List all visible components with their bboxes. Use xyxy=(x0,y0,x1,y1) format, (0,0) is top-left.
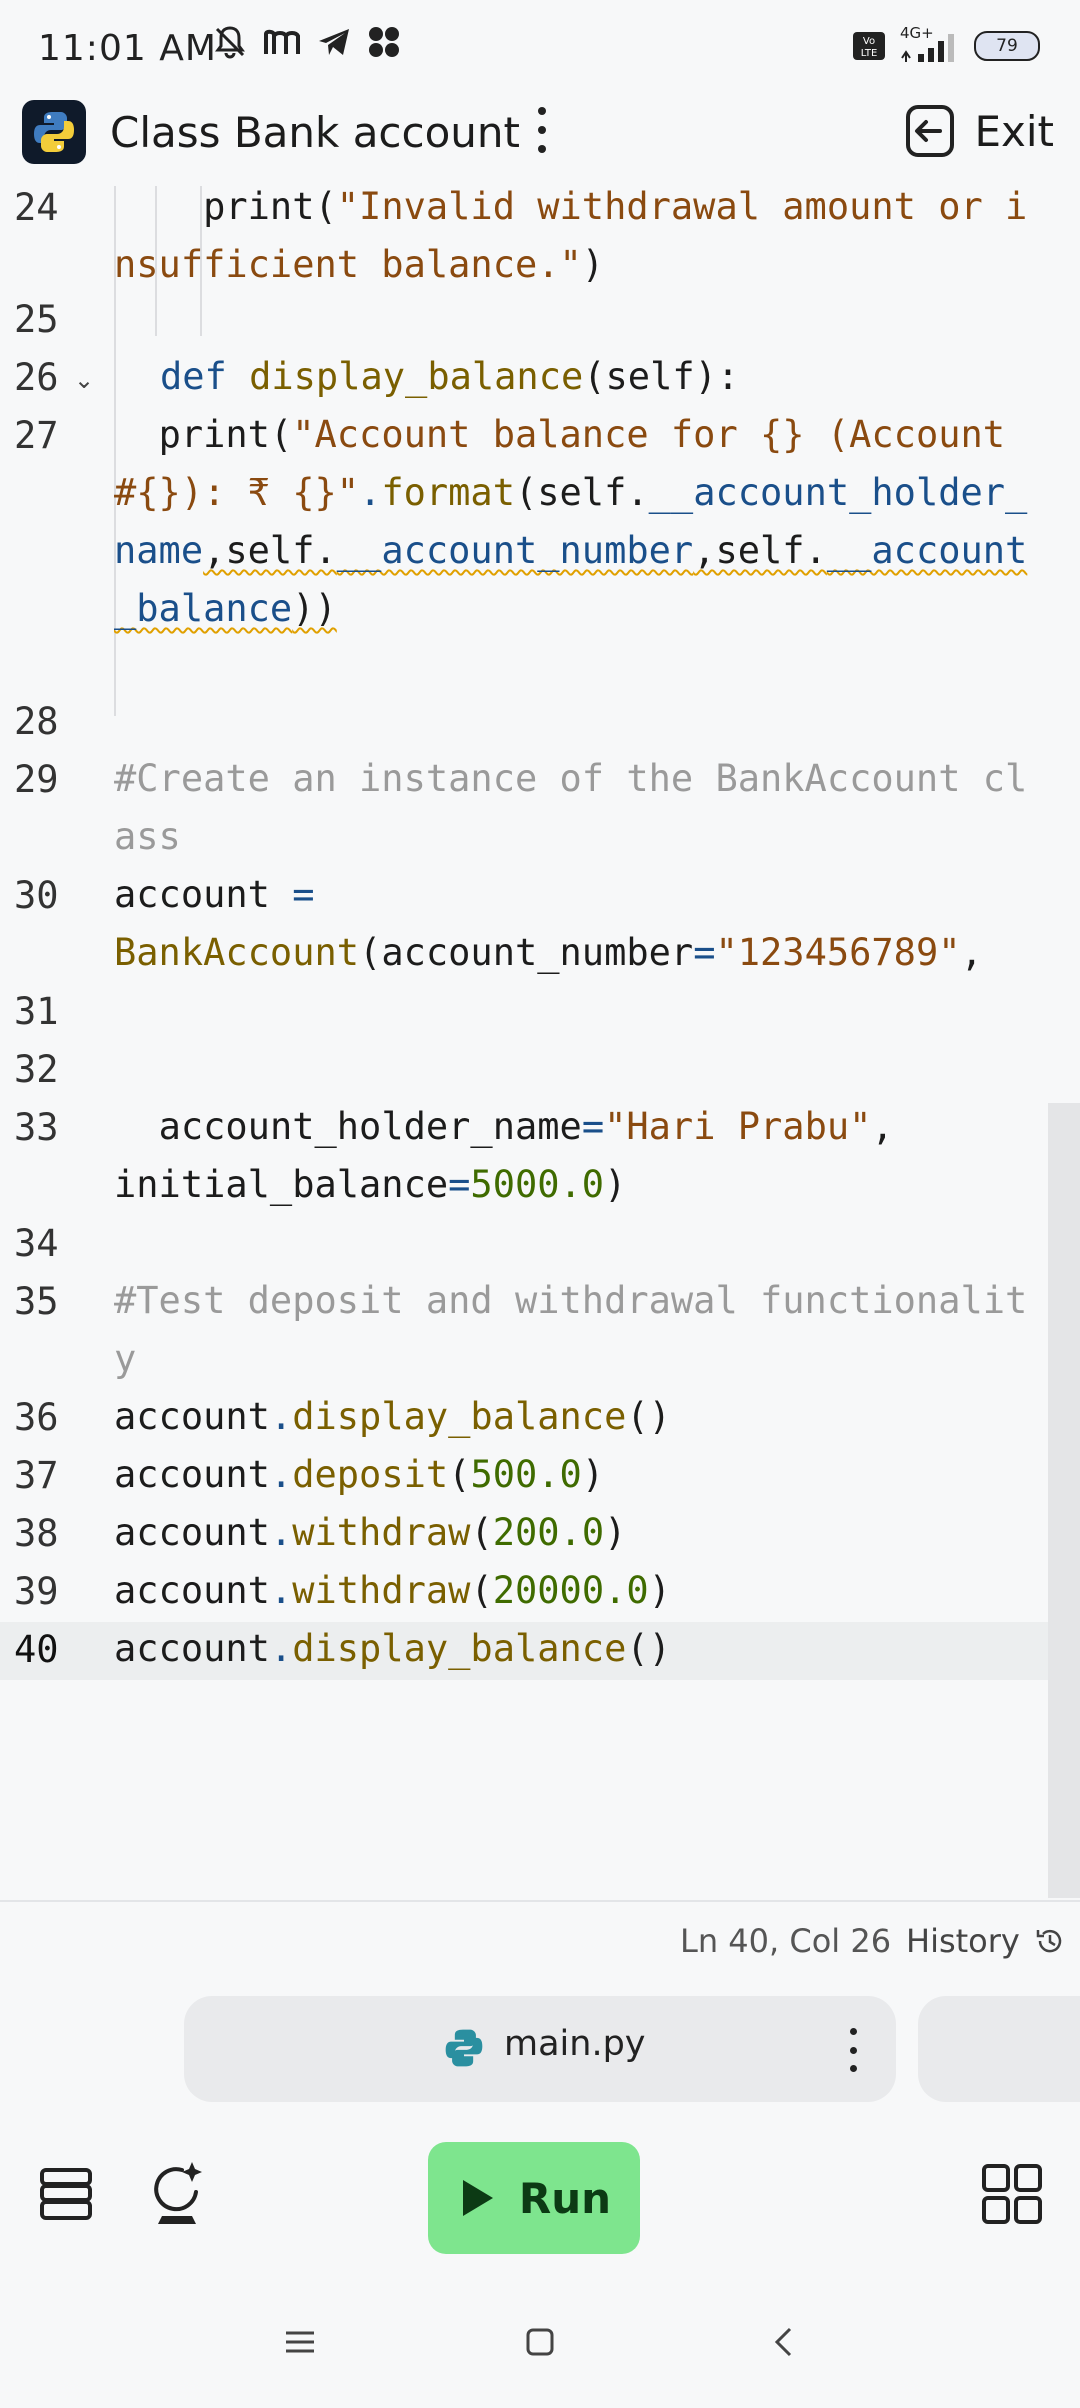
play-icon xyxy=(462,2180,493,2216)
line-number: 34 xyxy=(14,1222,59,1265)
battery-indicator: 79 xyxy=(974,31,1040,61)
history-label: History xyxy=(906,1922,1020,1960)
line-number: 28 xyxy=(14,700,59,743)
line-number: 35 xyxy=(14,1280,59,1323)
project-menu-button[interactable] xyxy=(528,102,556,158)
battery-level: 79 xyxy=(996,36,1018,56)
signal-indicator: 4G+ xyxy=(898,24,962,64)
line-number: 37 xyxy=(14,1454,59,1497)
file-tab-main[interactable]: main.py xyxy=(184,1996,896,2102)
run-button[interactable]: Run xyxy=(428,2142,640,2254)
history-icon xyxy=(1036,1929,1062,1953)
app-flower-icon xyxy=(369,27,399,57)
history-button[interactable]: History xyxy=(906,1922,1066,1960)
mute-bell-icon xyxy=(215,26,245,59)
line-number: 39 xyxy=(14,1570,59,1613)
cursor-position[interactable]: Ln 40, Col 26 xyxy=(680,1922,891,1960)
code-editor[interactable]: 24 print("Invalid withdrawal amount or i… xyxy=(0,186,1080,1900)
system-nav-bar xyxy=(0,2292,1080,2408)
line-number: 24 xyxy=(14,186,59,229)
code-line[interactable]: print("Account balance for {} (Account #… xyxy=(114,406,1048,638)
line-number: 30 xyxy=(14,874,59,917)
status-bar: 11:01 AM Vo LTE 4G+ 79 xyxy=(0,0,1080,96)
code-line[interactable]: account.withdraw(200.0) xyxy=(114,1504,1048,1562)
code-line[interactable]: account = BankAccount(account_number="123… xyxy=(114,866,1048,982)
status-right: Vo LTE 4G+ 79 xyxy=(852,24,1040,64)
app-header: Class Bank account Exit xyxy=(0,96,1080,188)
ai-assistant-icon[interactable] xyxy=(148,2160,208,2228)
back-chevron-icon[interactable] xyxy=(766,2324,802,2360)
volte-icon: VoLTE xyxy=(853,32,885,60)
notification-icons xyxy=(212,24,402,60)
python-file-icon xyxy=(445,2029,483,2067)
line-number: 27 xyxy=(14,414,59,457)
code-line[interactable]: def display_balance(self): xyxy=(160,348,1080,406)
grid-apps-icon[interactable] xyxy=(980,2162,1044,2226)
bottom-toolbar: Run xyxy=(0,2112,1080,2292)
file-tab-next[interactable] xyxy=(918,1996,1080,2102)
file-tab-menu-button[interactable] xyxy=(848,2028,858,2072)
code-line[interactable]: print("Invalid withdrawal amount or insu… xyxy=(114,186,1048,294)
layers-icon[interactable] xyxy=(36,2164,96,2224)
exit-button[interactable]: Exit xyxy=(904,98,1054,164)
python-logo-icon xyxy=(22,100,86,164)
editor-status-line: Ln 40, Col 26 History xyxy=(0,1900,1080,1984)
line-number-active: 40 xyxy=(14,1628,59,1671)
svg-text:Vo: Vo xyxy=(863,36,875,47)
code-line[interactable]: account_holder_name="Hari Prabu", initial… xyxy=(114,1098,1048,1214)
line-number: 29 xyxy=(14,758,59,801)
signal-bars-icon xyxy=(901,34,954,62)
file-tabs-bar: main.py xyxy=(0,1984,1080,2112)
recents-menu-icon[interactable] xyxy=(282,2324,318,2360)
line-number: 31 xyxy=(14,990,59,1033)
line-number: 26 xyxy=(14,356,59,399)
editor-scrollbar[interactable] xyxy=(1048,1103,1080,1898)
fold-chevron-icon[interactable]: ⌄ xyxy=(74,366,94,394)
code-line[interactable]: account.deposit(500.0) xyxy=(114,1446,1048,1504)
telegram-icon xyxy=(319,29,349,55)
line-number: 33 xyxy=(14,1106,59,1149)
run-label: Run xyxy=(518,2173,612,2223)
line-number: 25 xyxy=(14,298,59,341)
code-line[interactable]: account.display_balance() xyxy=(114,1620,1048,1678)
code-line[interactable]: account.display_balance() xyxy=(114,1388,1048,1446)
line-number: 36 xyxy=(14,1396,59,1439)
medium-app-icon xyxy=(264,29,300,54)
project-title[interactable]: Class Bank account xyxy=(110,108,520,157)
svg-text:LTE: LTE xyxy=(861,48,878,59)
exit-icon xyxy=(906,105,955,157)
line-number: 38 xyxy=(14,1512,59,1555)
status-time: 11:01 AM xyxy=(38,28,217,69)
line-number: 32 xyxy=(14,1048,59,1091)
home-square-icon[interactable] xyxy=(522,2324,558,2360)
file-tab-label: main.py xyxy=(504,2024,646,2064)
code-comment[interactable]: #Create an instance of the BankAccount c… xyxy=(114,750,1048,866)
code-line[interactable]: account.withdraw(20000.0) xyxy=(114,1562,1048,1620)
exit-label: Exit xyxy=(974,106,1054,156)
code-comment[interactable]: #Test deposit and withdrawal functionali… xyxy=(114,1272,1048,1388)
